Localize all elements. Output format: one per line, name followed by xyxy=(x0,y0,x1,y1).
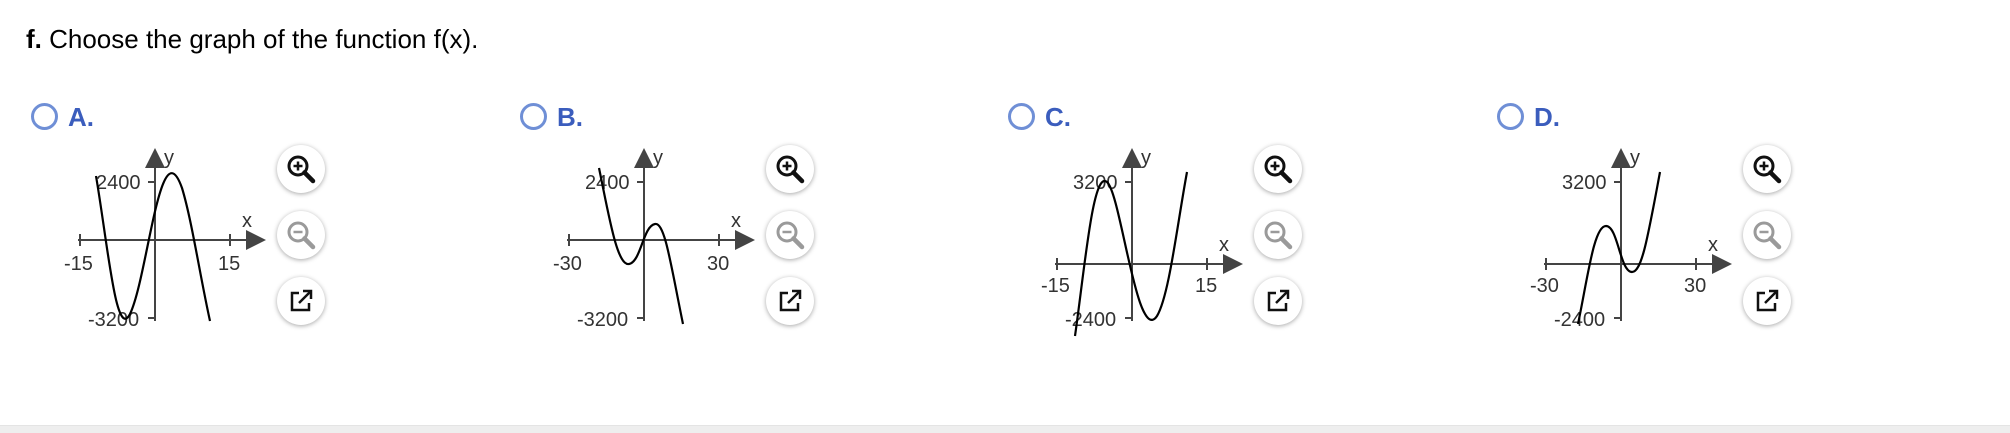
option-d-popout-button[interactable] xyxy=(1743,277,1791,325)
x-axis-label: x xyxy=(731,210,741,232)
option-d-label[interactable]: D. xyxy=(1534,102,1560,133)
question-text: f. Choose the graph of the function f(x)… xyxy=(26,22,478,56)
function-curve xyxy=(1576,171,1662,325)
y-tick-label: 3200 xyxy=(1562,172,1607,194)
zoom-in-icon xyxy=(776,155,805,184)
option-a: A. -15 15 2400 -3200 x y xyxy=(28,96,498,356)
x-tick-label: 15 xyxy=(218,253,240,275)
option-a-radio[interactable] xyxy=(31,103,58,130)
option-a-zoom-in-button[interactable] xyxy=(277,145,325,193)
zoom-in-icon xyxy=(287,155,316,184)
option-b-zoom-out-button[interactable] xyxy=(766,211,814,259)
option-c-graph: -15 15 3200 -2400 x y xyxy=(1041,147,1243,337)
option-d: D. -30 30 3200 -2400 x y xyxy=(1494,96,1964,356)
y-axis-label: y xyxy=(1630,147,1640,169)
zoom-out-icon xyxy=(776,221,805,250)
x-tick-label: -30 xyxy=(1530,275,1559,297)
option-d-graph: -30 30 3200 -2400 x y xyxy=(1530,147,1732,331)
question-body: Choose the graph of the function f(x). xyxy=(41,24,479,54)
option-b-zoom-in-button[interactable] xyxy=(766,145,814,193)
zoom-in-icon xyxy=(1264,155,1293,184)
zoom-out-icon xyxy=(1264,221,1293,250)
zoom-out-icon xyxy=(1753,221,1782,250)
popout-icon xyxy=(779,289,802,312)
y-tick-label: -3200 xyxy=(577,309,628,331)
x-tick-label: 30 xyxy=(1684,275,1706,297)
x-axis-label: x xyxy=(1219,234,1229,256)
y-tick-label: 2400 xyxy=(585,172,630,194)
option-d-zoom-in-button[interactable] xyxy=(1743,145,1791,193)
option-b-radio[interactable] xyxy=(520,103,547,130)
y-axis-label: y xyxy=(164,147,174,169)
popout-icon xyxy=(1267,289,1290,312)
option-b: B. -30 30 2400 -3200 x y xyxy=(517,96,987,356)
option-b-label[interactable]: B. xyxy=(557,102,583,133)
option-c-popout-button[interactable] xyxy=(1254,277,1302,325)
x-tick-label: -30 xyxy=(553,253,582,275)
x-axis-label: x xyxy=(242,210,252,232)
option-d-zoom-out-button[interactable] xyxy=(1743,211,1791,259)
option-c-zoom-out-button[interactable] xyxy=(1254,211,1302,259)
x-tick-label: 30 xyxy=(707,253,729,275)
y-axis-label: y xyxy=(653,147,663,169)
x-axis-label: x xyxy=(1708,234,1718,256)
option-c-zoom-in-button[interactable] xyxy=(1254,145,1302,193)
popout-icon xyxy=(1756,289,1779,312)
option-a-graph: -15 15 2400 -3200 x y xyxy=(64,147,266,331)
option-b-graph: -30 30 2400 -3200 x y xyxy=(553,147,755,331)
option-a-label[interactable]: A. xyxy=(68,102,94,133)
x-tick-label: -15 xyxy=(64,253,93,275)
x-tick-label: 15 xyxy=(1195,275,1217,297)
question-prefix: f. xyxy=(26,24,42,54)
option-b-popout-button[interactable] xyxy=(766,277,814,325)
x-tick-label: -15 xyxy=(1041,275,1070,297)
option-a-zoom-out-button[interactable] xyxy=(277,211,325,259)
y-tick-label: -2400 xyxy=(1065,309,1116,331)
zoom-in-icon xyxy=(1753,155,1782,184)
function-curve xyxy=(94,172,212,322)
option-c-label[interactable]: C. xyxy=(1045,102,1071,133)
zoom-out-icon xyxy=(287,221,316,250)
option-a-popout-button[interactable] xyxy=(277,277,325,325)
y-axis-label: y xyxy=(1141,147,1151,169)
y-tick-label: 2400 xyxy=(96,172,141,194)
option-d-radio[interactable] xyxy=(1497,103,1524,130)
popout-icon xyxy=(290,289,313,312)
option-c: C. -15 15 3200 -2400 x y xyxy=(1005,96,1475,356)
option-c-radio[interactable] xyxy=(1008,103,1035,130)
